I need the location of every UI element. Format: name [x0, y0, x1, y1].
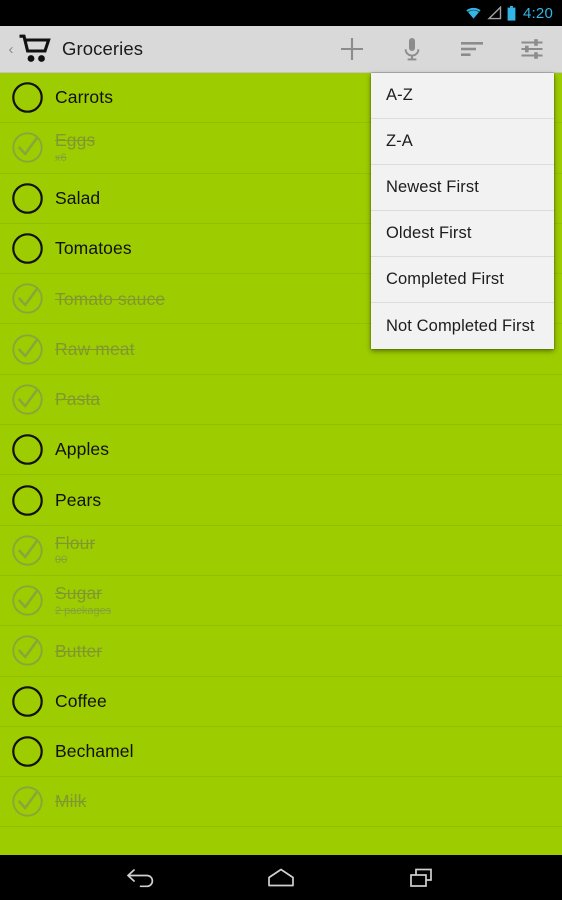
home-icon: [268, 868, 294, 886]
recents-button[interactable]: [394, 855, 450, 900]
checkbox-checked-icon[interactable]: [11, 785, 44, 818]
list-item-text: Milk: [55, 791, 87, 812]
battery-icon: [507, 5, 516, 21]
checkbox-unchecked-icon[interactable]: [11, 232, 44, 265]
list-item-title: Carrots: [55, 87, 114, 108]
checkbox-checked-icon[interactable]: [11, 131, 44, 164]
sort-menu-item[interactable]: Z-A: [371, 119, 554, 165]
list-item-subtitle: 00: [55, 554, 68, 567]
list-item-title: Sugar: [55, 582, 103, 603]
home-button[interactable]: [253, 855, 309, 900]
list-item[interactable]: Apples: [0, 425, 562, 476]
status-bar: 4:20: [0, 0, 562, 26]
checkbox-checked-icon[interactable]: [11, 534, 44, 567]
add-item-button[interactable]: [322, 26, 382, 73]
list-item-text: Apples: [55, 439, 109, 460]
list-item[interactable]: Milk: [0, 777, 562, 828]
checkbox-unchecked-icon[interactable]: [11, 735, 44, 768]
list-item-text: Coffee: [55, 691, 107, 712]
sort-menu-item[interactable]: Newest First: [371, 165, 554, 211]
list-item-subtitle: x6: [55, 151, 67, 164]
up-navigation-chevron[interactable]: ‹: [4, 42, 18, 57]
action-bar-buttons: [322, 26, 562, 72]
list-item-text: Pears: [55, 490, 101, 511]
list-item-text: Butter: [55, 641, 102, 662]
sort-icon: [461, 42, 483, 56]
list-item-text: Carrots: [55, 87, 113, 108]
list-item-title: Apples: [55, 439, 110, 460]
page-title: Groceries: [62, 38, 144, 59]
sort-menu-item[interactable]: Not Completed First: [371, 303, 554, 349]
checkbox-unchecked-icon[interactable]: [11, 685, 44, 718]
list-item[interactable]: Pears: [0, 475, 562, 526]
list-item-title: Milk: [55, 791, 87, 812]
checkbox-checked-icon[interactable]: [11, 333, 44, 366]
shopping-cart-icon: [19, 34, 51, 62]
voice-input-button[interactable]: [382, 26, 442, 73]
list-item-text: Bechamel: [55, 741, 134, 762]
sort-menu-item[interactable]: Completed First: [371, 257, 554, 303]
back-arrow-icon: [127, 868, 154, 887]
sort-dropdown-menu[interactable]: A-Z Z-A Newest First Oldest First Completed …: [371, 73, 554, 349]
list-item[interactable]: Sugar 2 packages: [0, 576, 562, 627]
list-item-text: Sugar 2 packages: [55, 583, 111, 618]
list-item-title: Coffee: [55, 690, 107, 711]
list-item-text: Tomatoes: [55, 238, 132, 259]
signal-icon: [487, 6, 502, 20]
list-item-title: Tomato sauce: [55, 288, 166, 309]
recents-icon: [409, 868, 432, 887]
list-item-text: Tomato sauce: [55, 289, 165, 310]
action-bar: ‹ Groceries: [0, 26, 562, 73]
list-item-subtitle: 2 packages: [55, 604, 112, 617]
list-item-text: Eggs x6: [55, 130, 95, 165]
sort-menu-item[interactable]: A-Z: [371, 73, 554, 119]
wifi-icon: [466, 7, 481, 19]
list-item-text: Salad: [55, 188, 100, 209]
checkbox-unchecked-icon[interactable]: [11, 81, 44, 114]
list-item-title: Salad: [55, 187, 101, 208]
checkbox-checked-icon[interactable]: [11, 383, 44, 416]
checkbox-checked-icon[interactable]: [11, 584, 44, 617]
sort-button[interactable]: [442, 26, 502, 73]
status-bar-clock: 4:20: [523, 4, 553, 22]
checkbox-checked-icon[interactable]: [11, 282, 44, 315]
plus-icon: [341, 38, 363, 60]
list-item-title: Bechamel: [55, 741, 134, 762]
checkbox-checked-icon[interactable]: [11, 634, 44, 667]
list-item-title: Raw meat: [55, 338, 135, 359]
list-item-text: Pasta: [55, 389, 100, 410]
checkbox-unchecked-icon[interactable]: [11, 182, 44, 215]
list-item[interactable]: Flour 00: [0, 526, 562, 576]
sliders-icon: [521, 39, 543, 59]
sort-menu-item[interactable]: Oldest First: [371, 211, 554, 257]
settings-button[interactable]: [502, 26, 562, 73]
list-item-title: Pasta: [55, 389, 101, 410]
checkbox-unchecked-icon[interactable]: [11, 433, 44, 466]
microphone-icon: [404, 38, 420, 61]
list-item[interactable]: Coffee: [0, 677, 562, 727]
list-item[interactable]: Bechamel: [0, 727, 562, 778]
list-item-text: Raw meat: [55, 339, 135, 360]
list-item-title: Pears: [55, 489, 102, 510]
status-icon-group: [465, 5, 516, 21]
checkbox-unchecked-icon[interactable]: [11, 484, 44, 517]
navigation-bar: [0, 855, 562, 900]
list-item-title: Tomatoes: [55, 238, 132, 259]
list-item-text: Flour 00: [55, 533, 95, 568]
android-screen: 4:20 ‹ Groceries Carrots Eggs x6 Salad T…: [0, 0, 562, 900]
list-item[interactable]: Butter: [0, 626, 562, 677]
list-item[interactable]: Pasta: [0, 375, 562, 426]
list-item-title: Butter: [55, 640, 103, 661]
list-item-title: Eggs: [55, 130, 96, 151]
back-button[interactable]: [112, 855, 168, 900]
list-item-title: Flour: [55, 532, 96, 553]
